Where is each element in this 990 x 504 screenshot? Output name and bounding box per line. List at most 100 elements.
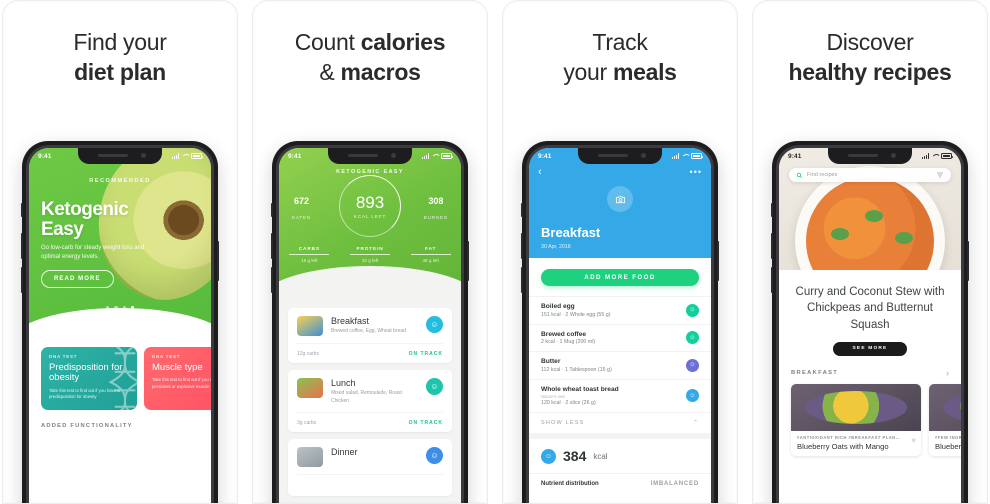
headline-bold: meals — [612, 59, 677, 86]
breakfast-icon — [297, 316, 323, 336]
search-icon — [796, 172, 803, 178]
plan-title: Ketogenic Easy — [41, 199, 129, 240]
read-more-button[interactable]: READ MORE — [41, 270, 114, 288]
meal-card-dinner[interactable]: Dinner ☺ — [288, 439, 452, 496]
status-time: 9:41 — [788, 152, 802, 160]
dna-card-desc: Take this test to find out if you have a… — [49, 387, 120, 400]
macro-value: 32 g left — [361, 258, 379, 264]
food-desc: 151 kcal · 2 Whole egg (55 g) — [541, 311, 611, 318]
wifi-icon — [432, 153, 439, 159]
panel-track-meals: Track your meals 9:41 ‹ ••• Breakfast 30… — [502, 0, 738, 504]
headline-light: Find your — [73, 29, 167, 55]
status-icons — [421, 153, 454, 159]
signal-icon — [171, 153, 179, 159]
screenshot-gallery: Find your diet plan 9:41 RECOMMENDED Ket… — [0, 0, 990, 504]
phone-screen-1: 9:41 RECOMMENDED Ketogenic Easy Go low-c… — [29, 148, 211, 503]
filter-icon[interactable] — [936, 171, 944, 179]
mood-icon: ☺ — [426, 378, 443, 395]
food-name: Butter — [541, 358, 561, 365]
recipe-card[interactable]: #FEW INGR… Blueberr… — [929, 383, 961, 456]
eaten-value: 672 — [293, 196, 309, 206]
back-icon[interactable]: ‹ — [538, 166, 542, 178]
headline-bold-2: macros — [340, 59, 421, 86]
food-name: Boiled egg — [541, 303, 575, 310]
dna-card-tag: DNA TEST — [152, 354, 181, 359]
macro-label: FAT — [425, 246, 437, 251]
calorie-ring: 893 KCAL LEFT — [339, 175, 401, 237]
meal-carbs: 12g carbs — [297, 351, 319, 357]
recipe-card-image — [791, 383, 921, 431]
recipe-card-image — [929, 383, 961, 431]
headline-light-2: & — [319, 59, 341, 86]
headline-bold: healthy recipes — [788, 59, 952, 86]
battery-icon — [441, 153, 454, 159]
phone-screen-2: 9:41 KETOGENIC EASY 893 KCAL LEFT 672 EA… — [279, 148, 461, 503]
food-item[interactable]: Boiled egg 151 kcal · 2 Whole egg (55 g)… — [529, 296, 711, 324]
phone-mockup-2: 9:41 KETOGENIC EASY 893 KCAL LEFT 672 EA… — [271, 141, 469, 503]
nutrient-distribution-row[interactable]: Nutrient distribution IMBALANCED — [529, 473, 711, 494]
plan-name: KETOGENIC EASY — [336, 169, 404, 175]
food-brand: Nature's own — [541, 393, 566, 399]
food-item[interactable]: Butter 112 kcal · 1 Tablespoon (15 g) ☺ — [529, 351, 711, 379]
recipe-title: Curry and Coconut Stew with Chickpeas an… — [795, 286, 945, 331]
status-icons — [671, 153, 704, 159]
panel-2-headline: Count calories & macros — [253, 1, 487, 88]
notch — [828, 148, 912, 164]
dna-card-title: Muscle type — [152, 362, 203, 373]
burned-stat: 308 BURNED — [424, 196, 448, 224]
meal-status: ON TRACK — [408, 420, 443, 426]
eaten-label: EATEN — [292, 215, 311, 220]
search-bar[interactable]: Find recipes — [789, 168, 951, 182]
phone-screen-3: 9:41 ‹ ••• Breakfast 30 Apr, 2018 ADD MO… — [529, 148, 711, 503]
chevron-right-icon[interactable]: › — [946, 368, 949, 378]
heart-icon[interactable]: ♥ — [911, 436, 916, 445]
plan-title-line1: Ketogenic — [41, 199, 129, 220]
phone-mockup-1: 9:41 RECOMMENDED Ketogenic Easy Go low-c… — [21, 141, 219, 503]
diet-plan-hero[interactable]: 9:41 RECOMMENDED Ketogenic Easy Go low-c… — [29, 148, 211, 342]
see-more-button[interactable]: SEE MORE — [833, 341, 907, 356]
notch — [578, 148, 662, 164]
add-more-food-button[interactable]: ADD MORE FOOD — [541, 269, 699, 286]
mood-icon: ☺ — [686, 303, 699, 317]
recipe-card[interactable]: #ANTIOXIDANT RICH #BREAKFAST PLAN #… Blu… — [791, 383, 921, 456]
breakfast-section-header[interactable]: BREAKFAST › — [779, 356, 961, 384]
dinner-icon — [297, 447, 323, 467]
status-time: 9:41 — [538, 152, 552, 160]
recommended-kicker: RECOMMENDED — [89, 178, 151, 184]
meal-card-lunch[interactable]: Lunch Mixed salad, Remoulade, Roast Chic… — [288, 370, 452, 432]
more-options-icon[interactable]: ••• — [690, 167, 702, 177]
dna-card-obesity[interactable]: DNA TEST Predisposition for obesity Take… — [41, 347, 137, 410]
search-input[interactable]: Find recipes — [807, 172, 837, 178]
kcal-left-label: KCAL LEFT — [353, 213, 387, 219]
recipe-hero: 9:41 Find recipes — [779, 148, 961, 270]
meal-card-breakfast[interactable]: Breakfast Brewed coffee, Egg, Wheat brea… — [288, 308, 452, 363]
total-calories-row: ☺ 384 kcal — [529, 433, 711, 473]
lunch-icon — [297, 378, 323, 398]
mood-icon: ☺ — [426, 447, 443, 464]
headline-light: Discover — [826, 29, 914, 55]
headline-bold: diet plan — [74, 59, 166, 86]
recipe-card-tags: #FEW INGR… — [935, 434, 961, 440]
show-less-button[interactable]: SHOW LESS ⌃ — [529, 412, 711, 433]
dna-card-tag: DNA TEST — [49, 354, 78, 359]
plan-subtitle: Go low-carb for steady weight loss and o… — [41, 245, 145, 261]
headline-light-2: your — [563, 59, 613, 86]
plan-title-line2: Easy — [41, 218, 84, 240]
signal-icon — [671, 153, 679, 159]
nutrient-label: Nutrient distribution — [541, 481, 599, 487]
food-list: Boiled egg 151 kcal · 2 Whole egg (55 g)… — [529, 296, 711, 412]
section-label: BREAKFAST — [791, 369, 839, 376]
mood-icon: ☺ — [686, 389, 699, 403]
calorie-summary-hero: 9:41 KETOGENIC EASY 893 KCAL LEFT 672 EA… — [279, 148, 461, 300]
macro-value: 48 g left — [422, 258, 439, 264]
camera-icon[interactable] — [607, 186, 633, 212]
food-item[interactable]: Whole wheat toast bread Nature's own 120… — [529, 378, 711, 413]
mood-icon: ☺ — [686, 331, 699, 345]
panel-1-headline: Find your diet plan — [3, 1, 237, 88]
notch — [328, 148, 412, 164]
dna-card-desc: Take this test to find out if you are pe… — [152, 377, 211, 389]
dna-card-muscle[interactable]: DNA TEST Muscle type Take this test to f… — [144, 347, 211, 410]
headline-bold: calories — [360, 29, 446, 55]
food-item[interactable]: Brewed coffee 2 kcal · 1 Mug (200 ml) ☺ — [529, 323, 711, 352]
phone-mockup-4: 9:41 Find recipes Curry and Coconut Stew… — [771, 141, 969, 503]
